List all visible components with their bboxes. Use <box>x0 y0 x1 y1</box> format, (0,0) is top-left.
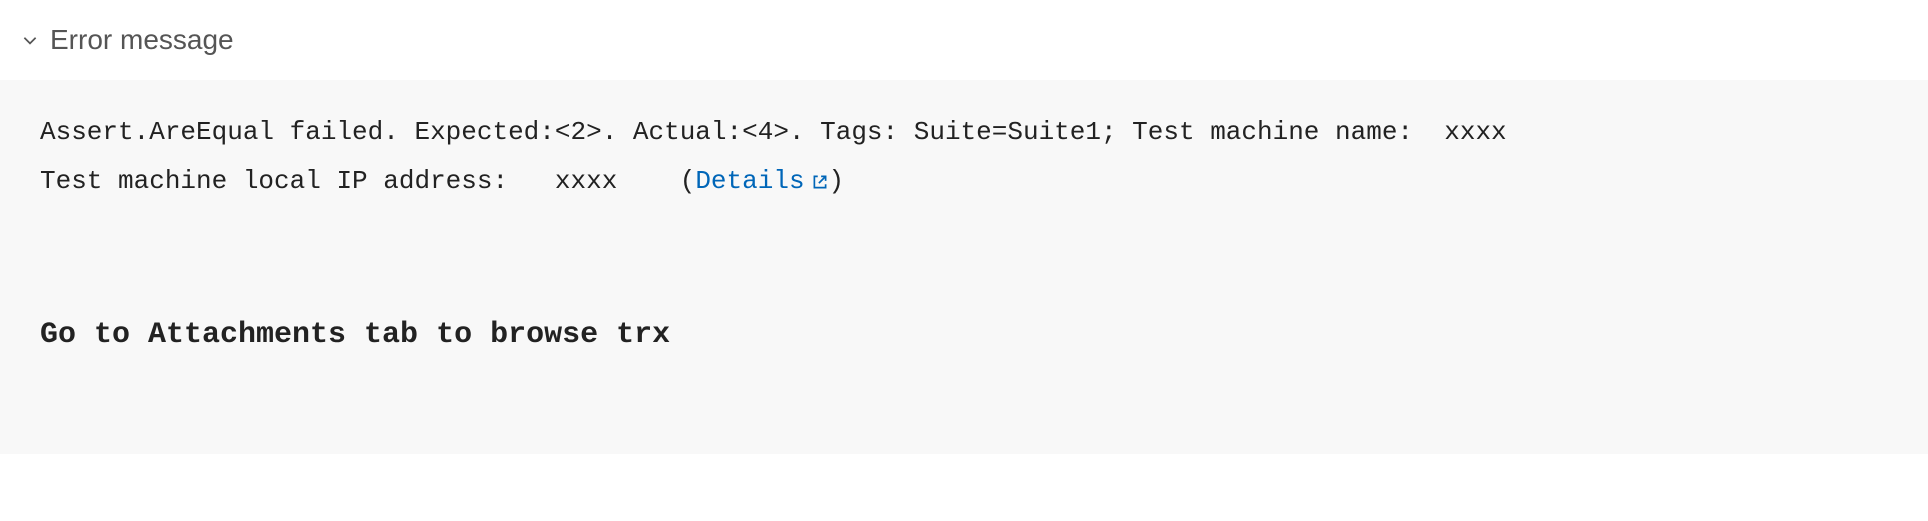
details-link-label: Details <box>695 157 804 206</box>
error-body: Assert.AreEqual failed. Expected:<2>. Ac… <box>0 80 1928 454</box>
error-line-2: Test machine local IP address: xxxx (Det… <box>40 157 1888 206</box>
error-text-2c: ) <box>829 166 845 196</box>
section-title: Error message <box>50 24 234 56</box>
attachments-hint: Go to Attachments tab to browse trx <box>40 307 1888 364</box>
details-link[interactable]: Details <box>695 157 828 206</box>
error-message-section-header[interactable]: Error message <box>0 0 1928 80</box>
error-text-2b: ( <box>617 166 695 196</box>
external-link-icon <box>811 173 829 191</box>
chevron-down-icon <box>20 30 40 50</box>
error-text-2a: Test machine local IP address: <box>40 166 555 196</box>
machine-name: xxxx <box>1444 117 1506 147</box>
ip-address: xxxx <box>555 166 617 196</box>
error-text-1: Assert.AreEqual failed. Expected:<2>. Ac… <box>40 117 1444 147</box>
error-line-1: Assert.AreEqual failed. Expected:<2>. Ac… <box>40 108 1888 157</box>
